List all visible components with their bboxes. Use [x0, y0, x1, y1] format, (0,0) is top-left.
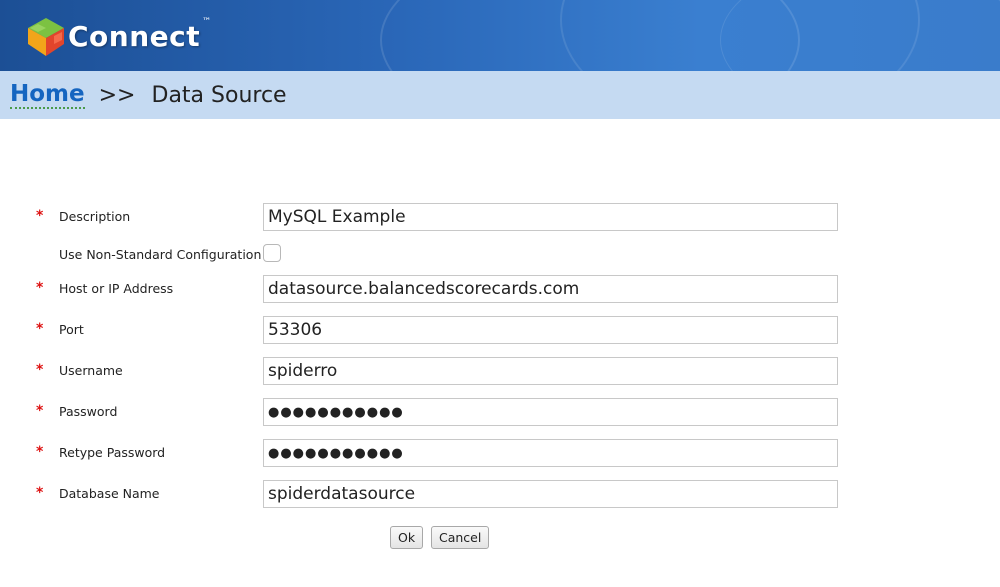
password-row: * Password [0, 398, 1000, 426]
retype-password-field[interactable] [263, 439, 838, 467]
breadcrumb-current-page: Data Source [151, 82, 287, 108]
required-marker: * [36, 321, 44, 337]
app-logo: Connect ™ [24, 12, 211, 60]
password-field[interactable] [263, 398, 838, 426]
required-marker: * [36, 403, 44, 419]
required-marker: * [36, 280, 44, 296]
required-marker: * [36, 485, 44, 501]
retype-password-row: * Retype Password [0, 439, 1000, 467]
port-label: Port [59, 322, 84, 337]
trademark-mark: ™ [202, 17, 212, 27]
username-row: * Username [0, 357, 1000, 385]
required-marker: * [36, 362, 44, 378]
port-field[interactable] [263, 316, 838, 344]
breadcrumb-separator: >> [98, 82, 136, 108]
port-row: * Port [0, 316, 1000, 344]
description-field[interactable] [263, 203, 838, 231]
required-marker: * [36, 208, 44, 224]
host-label: Host or IP Address [59, 281, 174, 296]
database-name-row: * Database Name [0, 480, 1000, 508]
logo-cube-icon [28, 18, 64, 56]
password-label: Password [59, 404, 118, 419]
non-standard-config-row: Use Non-Standard Configuration [0, 241, 1000, 269]
header-banner: Connect ™ [0, 0, 1000, 71]
username-field[interactable] [263, 357, 838, 385]
banner-decoration [720, 0, 1000, 71]
host-row: * Host or IP Address [0, 275, 1000, 303]
cancel-button[interactable]: Cancel [431, 526, 490, 549]
database-name-label: Database Name [59, 486, 160, 501]
ok-button[interactable]: Ok [390, 526, 424, 549]
retype-password-label: Retype Password [59, 445, 166, 460]
database-name-field[interactable] [263, 480, 838, 508]
logo-text: Connect [68, 19, 201, 53]
username-label: Username [59, 363, 123, 378]
non-standard-config-checkbox[interactable] [263, 244, 281, 262]
description-label: Description [59, 209, 131, 224]
host-field[interactable] [263, 275, 838, 303]
breadcrumb-home-link[interactable]: Home [10, 81, 85, 109]
non-standard-config-label: Use Non-Standard Configuration [59, 247, 262, 262]
breadcrumb: Home >> Data Source [0, 71, 1000, 119]
required-marker: * [36, 444, 44, 460]
description-row: * Description [0, 203, 1000, 231]
